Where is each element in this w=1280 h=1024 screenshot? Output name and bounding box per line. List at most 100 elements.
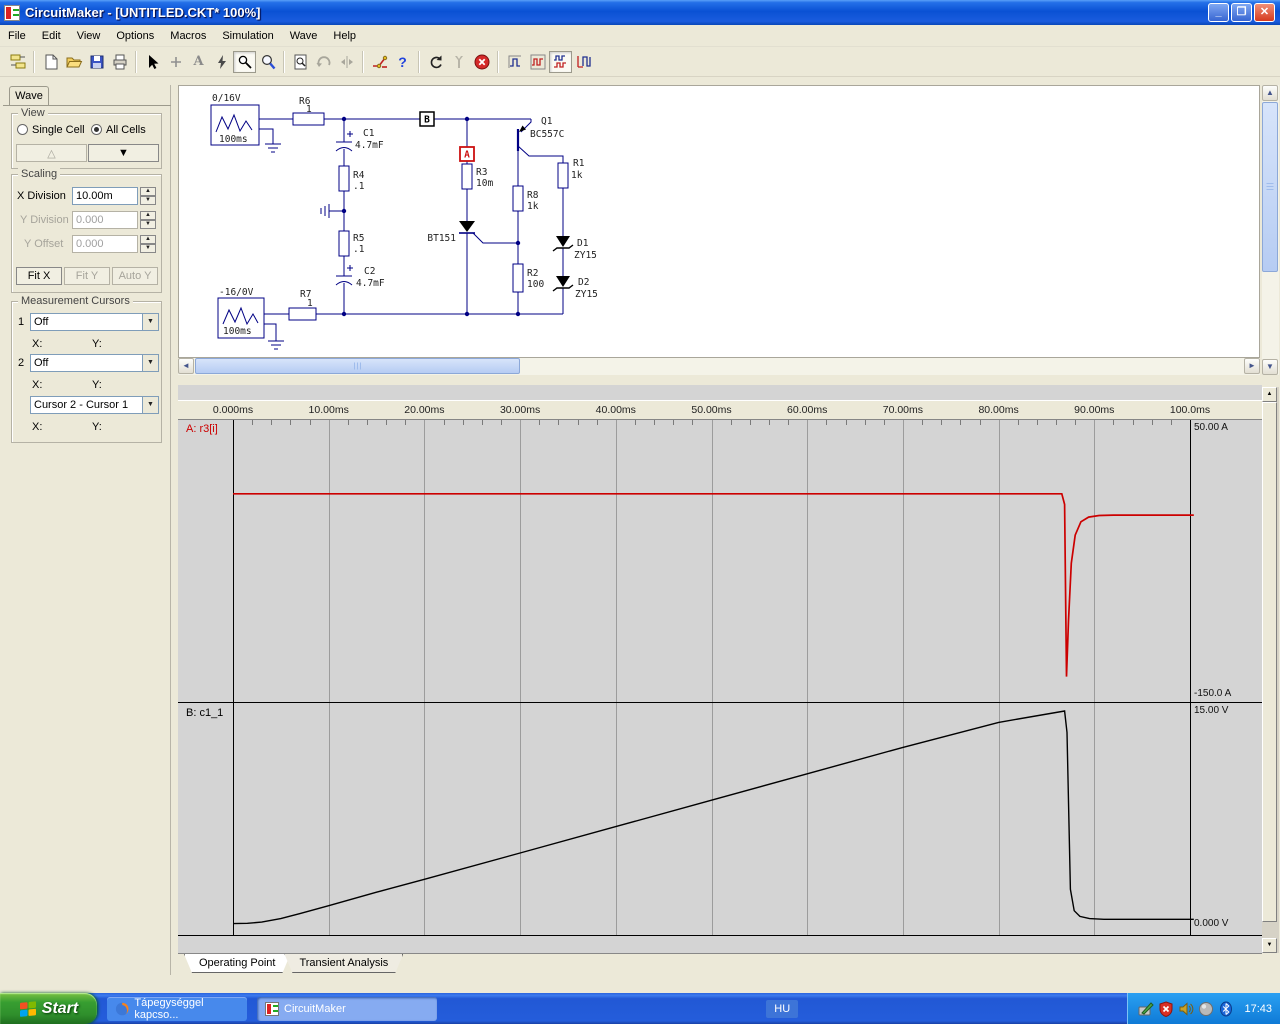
menu-simulation[interactable]: Simulation: [214, 27, 281, 45]
resistor-r2[interactable]: [512, 263, 524, 293]
schematic-vscrollbar[interactable]: ▲ ▼: [1262, 85, 1279, 375]
cursor1-dropdown-icon[interactable]: ▼: [142, 314, 158, 330]
cursor2-select[interactable]: Off ▼: [30, 354, 159, 372]
stop-button[interactable]: [470, 51, 493, 73]
open-button[interactable]: [62, 51, 85, 73]
y-offset-input[interactable]: 0.000: [72, 235, 138, 253]
taskbar-item-circuitmaker[interactable]: CircuitMaker: [257, 996, 437, 1021]
new-button[interactable]: [39, 51, 62, 73]
security-shield-icon[interactable]: [1158, 1000, 1174, 1017]
help-button[interactable]: ?: [391, 51, 414, 73]
minimize-button[interactable]: _: [1208, 3, 1229, 22]
resistor-r1[interactable]: [557, 162, 569, 189]
x-division-input[interactable]: 10.00m: [72, 187, 138, 205]
tab-transient-analysis[interactable]: Transient Analysis: [284, 954, 403, 973]
schematic-hscrollbar[interactable]: ◄ ►: [178, 358, 1260, 375]
resistor-r3[interactable]: [461, 163, 473, 190]
clock[interactable]: 17:43: [1244, 1003, 1272, 1015]
hscroll-right-icon[interactable]: ►: [1244, 358, 1260, 374]
plot-a-region[interactable]: [178, 420, 1262, 702]
wire-tool-button[interactable]: [164, 51, 187, 73]
wave-scroll-down-icon[interactable]: ▼: [1262, 938, 1277, 953]
restore-button[interactable]: ❐: [1231, 3, 1252, 22]
save-button[interactable]: [85, 51, 108, 73]
schematic-canvas[interactable]: 0/16V 100ms R6 1 C1 4.7mF R4 .1 R5 .1 C2…: [178, 85, 1260, 358]
tablet-pen-icon[interactable]: [1138, 1001, 1155, 1017]
probe-tool-button[interactable]: [233, 50, 256, 73]
vscroll-up-icon[interactable]: ▲: [1262, 85, 1278, 101]
y-offset-spinner[interactable]: ▲ ▼: [140, 235, 156, 253]
diode-d2[interactable]: [556, 276, 570, 287]
resistor-r4[interactable]: [338, 165, 350, 192]
text-tool-button[interactable]: A: [187, 51, 210, 73]
resistor-r5[interactable]: [338, 230, 350, 257]
close-button[interactable]: ✕: [1254, 3, 1275, 22]
single-cell-radio[interactable]: Single Cell: [17, 124, 85, 136]
vscroll-thumb[interactable]: [1262, 102, 1278, 272]
wave-scroll-up-icon[interactable]: ▲: [1262, 387, 1277, 402]
x-division-spinner[interactable]: ▲ ▼: [140, 187, 156, 205]
x-division-spin-up-icon[interactable]: ▲: [140, 187, 156, 196]
single-cell-radio-circle[interactable]: [17, 124, 28, 135]
tab-wave[interactable]: Wave: [9, 86, 49, 105]
y-division-spinner[interactable]: ▲ ▼: [140, 211, 156, 229]
all-cells-radio-circle[interactable]: [91, 124, 102, 135]
scope-pulse-button[interactable]: [526, 51, 549, 73]
cell-down-button[interactable]: ▼: [88, 144, 159, 162]
waveform-vscrollbar[interactable]: ▲ ▼: [1262, 387, 1279, 953]
minor-tick: [730, 420, 732, 425]
hscroll-thumb[interactable]: [195, 358, 520, 374]
diode-d1[interactable]: [556, 236, 570, 247]
auto-y-button[interactable]: Auto Y: [112, 267, 158, 285]
scope-mixed-button[interactable]: [572, 51, 595, 73]
language-indicator[interactable]: HU: [766, 999, 799, 1018]
mirror-button[interactable]: [335, 51, 358, 73]
y-offset-spin-up-icon[interactable]: ▲: [140, 235, 156, 244]
y-division-spin-down-icon[interactable]: ▼: [140, 220, 156, 229]
tab-operating-point[interactable]: Operating Point: [184, 954, 290, 973]
find-device-button[interactable]: [289, 51, 312, 73]
hscroll-left-icon[interactable]: ◄: [178, 358, 194, 374]
menu-file[interactable]: File: [0, 27, 34, 45]
menu-view[interactable]: View: [69, 27, 109, 45]
plot-b-region[interactable]: [178, 703, 1262, 935]
cursor-diff-dropdown-icon[interactable]: ▼: [142, 397, 158, 413]
taskbar-item-browser[interactable]: Tápegységgel kapcso...: [107, 996, 247, 1021]
reset-button[interactable]: [424, 51, 447, 73]
delete-tool-button[interactable]: [210, 51, 233, 73]
all-cells-radio[interactable]: All Cells: [91, 124, 146, 136]
setup-wrench-button[interactable]: [447, 51, 470, 73]
cursor-diff-select[interactable]: Cursor 2 - Cursor 1 ▼: [30, 396, 159, 414]
fit-y-button[interactable]: Fit Y: [64, 267, 110, 285]
parts-bin-button[interactable]: [6, 51, 29, 73]
y-division-input[interactable]: 0.000: [72, 211, 138, 229]
run-analyses-button[interactable]: [368, 51, 391, 73]
x-division-spin-down-icon[interactable]: ▼: [140, 196, 156, 205]
resistor-r7[interactable]: [288, 307, 317, 321]
menu-options[interactable]: Options: [108, 27, 162, 45]
rotate-button[interactable]: [312, 51, 335, 73]
fit-x-button[interactable]: Fit X: [16, 267, 62, 285]
zoom-tool-button[interactable]: [256, 51, 279, 73]
y-offset-spin-down-icon[interactable]: ▼: [140, 244, 156, 253]
menu-wave[interactable]: Wave: [282, 27, 326, 45]
scope-analog-button[interactable]: [549, 50, 572, 73]
wave-scroll-thumb[interactable]: [1262, 402, 1277, 922]
volume-icon[interactable]: [1178, 1001, 1194, 1017]
scope-trace-button[interactable]: [503, 51, 526, 73]
cursor2-dropdown-icon[interactable]: ▼: [142, 355, 158, 371]
menu-macros[interactable]: Macros: [162, 27, 214, 45]
menu-edit[interactable]: Edit: [34, 27, 69, 45]
bluetooth-icon[interactable]: [1218, 1001, 1234, 1017]
print-button[interactable]: [108, 51, 131, 73]
start-button[interactable]: Start: [0, 993, 97, 1024]
cell-up-button[interactable]: △: [16, 144, 87, 162]
device-ball-icon[interactable]: [1198, 1001, 1214, 1017]
select-tool-button[interactable]: [141, 51, 164, 73]
menu-help[interactable]: Help: [325, 27, 364, 45]
scr-bt151[interactable]: [459, 221, 475, 232]
resistor-r8[interactable]: [512, 185, 524, 212]
vscroll-down-icon[interactable]: ▼: [1262, 359, 1278, 375]
y-division-spin-up-icon[interactable]: ▲: [140, 211, 156, 220]
cursor1-select[interactable]: Off ▼: [30, 313, 159, 331]
